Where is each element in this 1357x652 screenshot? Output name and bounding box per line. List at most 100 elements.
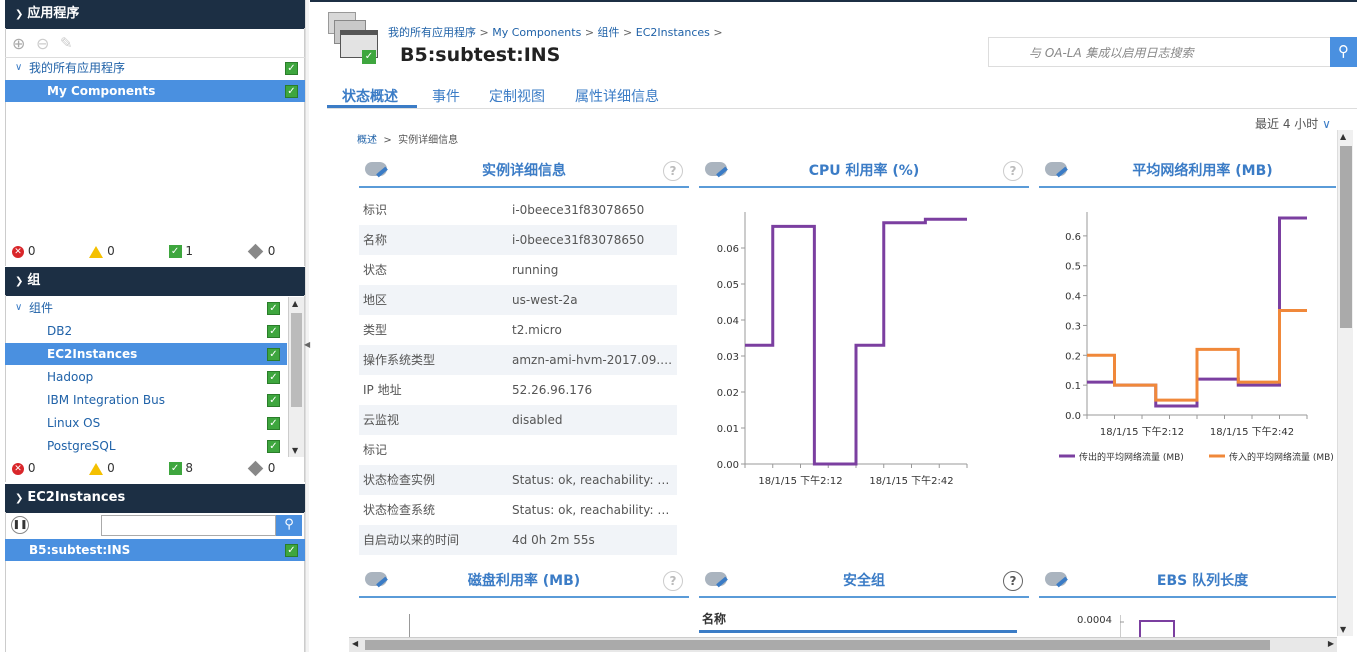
search-icon[interactable]: ⚲ [276, 515, 302, 536]
breadcrumb-item[interactable]: 组件 [598, 26, 620, 39]
time-range-selector[interactable]: 最近 4 小时 ∨ [1255, 115, 1331, 132]
details-widget-header: 实例详细信息 ? [359, 156, 689, 188]
widget-title: EBS 队列长度 [1156, 573, 1249, 589]
network-axis: 0.0 0.1 0.2 0.3 0.4 0.5 0.6 18/1/15 下午2:12 18/1/… [1065, 212, 1308, 438]
tab-custom-view[interactable]: 定制视图 [489, 86, 545, 106]
network-widget-header: 平均网络利用率 (MB) [1039, 156, 1336, 188]
tree-item-label: 组件 [29, 301, 54, 315]
tree-item-hadoop[interactable]: Hadoop ✓ [5, 366, 287, 388]
tree-item-linux-os[interactable]: Linux OS ✓ [5, 412, 287, 434]
cloud-config-icon[interactable] [705, 162, 727, 176]
chevron-down-icon: ∨ [15, 62, 23, 73]
detail-value: disabled [512, 413, 563, 427]
main-vertical-scrollbar[interactable]: ▲ ▼ [1337, 130, 1353, 636]
tree-item-my-components[interactable]: My Components ✓ [5, 80, 305, 102]
scroll-thumb[interactable] [1340, 146, 1352, 328]
status-ok-icon: ✓ [267, 348, 280, 361]
sub-breadcrumb: 概述 > 实例详细信息 [357, 131, 458, 146]
tree-item-components[interactable]: ∨ 组件 ✓ [5, 297, 287, 319]
instances-panel-header[interactable]: ❯ EC2Instances [5, 484, 305, 513]
remove-icon[interactable]: ⊖ [36, 34, 49, 53]
log-search-input[interactable]: 与 OA-LA 集成以启用日志搜索 [988, 37, 1332, 67]
groups-scrollbar[interactable]: ▲ ▼ [288, 297, 304, 457]
scroll-right-icon[interactable]: ▶ [1328, 639, 1334, 648]
apps-panel-header[interactable]: ❯ 应用程序 [5, 0, 305, 29]
detail-value: Status: ok, reachability: pass... [512, 503, 677, 517]
detail-key: 名称 [363, 233, 388, 247]
sub-breadcrumb-link[interactable]: 概述 [357, 135, 377, 146]
pause-icon[interactable]: ❚❚ [11, 516, 29, 534]
panel-splitter[interactable] [305, 0, 309, 652]
ok-icon: ✓ [168, 462, 182, 475]
y-tick-label: 0.1 [1065, 381, 1081, 392]
cpu-series [745, 217, 967, 466]
scroll-down-icon[interactable]: ▼ [292, 446, 298, 455]
tree-item-ec2instances[interactable]: EC2Instances ✓ [5, 343, 287, 365]
tab-property-details[interactable]: 属性详细信息 [575, 86, 659, 106]
ok-count: 8 [185, 461, 194, 475]
detail-value: running [512, 263, 559, 277]
detail-key: 标识 [363, 203, 388, 217]
tab-status-overview[interactable]: 状态概述 [342, 86, 398, 106]
help-icon[interactable]: ? [663, 161, 683, 181]
detail-row: IP 地址 52.26.96.176 [359, 375, 677, 405]
tree-item-label: EC2Instances [47, 347, 138, 361]
detail-key: 类型 [363, 323, 388, 337]
detail-row: 自启动以来的时间 4d 0h 2m 55s [359, 525, 677, 555]
scroll-thumb[interactable] [291, 313, 302, 407]
detail-row: 状态检查实例 Status: ok, reachability: pass... [359, 465, 677, 495]
detail-row: 地区 us-west-2a [359, 285, 677, 315]
tree-item-all-apps[interactable]: ∨ 我的所有应用程序 ✓ [5, 57, 305, 79]
y-tick-label: 0.6 [1065, 232, 1081, 243]
unknown-icon [247, 243, 264, 260]
instance-filter-input[interactable] [101, 515, 276, 536]
help-icon[interactable]: ? [1003, 161, 1023, 181]
cloud-config-icon[interactable] [705, 572, 727, 586]
edit-icon[interactable]: ✎ [60, 34, 73, 52]
tab-events[interactable]: 事件 [432, 86, 460, 106]
cloud-config-icon[interactable] [365, 162, 387, 176]
tree-item-db2[interactable]: DB2 ✓ [5, 320, 287, 342]
tabs-divider [327, 108, 1357, 109]
breadcrumb-item[interactable]: 我的所有应用程序 [388, 26, 476, 39]
collapse-left-icon[interactable]: ◀ [304, 340, 310, 349]
y-tick-label: 0.00 [717, 460, 739, 471]
x-tick-label: 18/1/15 下午2:12 [1100, 425, 1184, 438]
add-icon[interactable]: ⊕ [12, 34, 25, 53]
scroll-up-icon[interactable]: ▲ [1340, 132, 1346, 141]
sub-breadcrumb-current: 实例详细信息 [398, 135, 459, 146]
cloud-config-icon[interactable] [1045, 572, 1067, 586]
detail-row: 名称 i-0beece31f83078650 [359, 225, 677, 255]
cloud-config-icon[interactable] [1045, 162, 1067, 176]
scroll-left-icon[interactable]: ◀ [352, 639, 358, 648]
help-icon[interactable]: ? [1003, 571, 1023, 591]
help-icon[interactable]: ? [663, 571, 683, 591]
main-horizontal-scrollbar[interactable]: ◀ ▶ [349, 637, 1337, 652]
tree-item-iib[interactable]: IBM Integration Bus ✓ [5, 389, 287, 411]
tree-item-postgresql[interactable]: PostgreSQL ✓ [5, 435, 287, 457]
breadcrumb-item[interactable]: My Components [492, 26, 581, 39]
scroll-down-icon[interactable]: ▼ [1340, 625, 1346, 634]
status-ok-icon: ✓ [267, 325, 280, 338]
error-count: 0 [27, 461, 36, 475]
y-tick-label: 0.4 [1065, 292, 1081, 303]
status-ok-icon: ✓ [267, 417, 280, 430]
detail-key: 标记 [363, 443, 388, 457]
cpu-chart: 0.00 0.01 0.02 0.03 0.04 0.05 0.06 18/1/15 下午2:… [717, 212, 968, 487]
groups-header-label: 组 [27, 273, 41, 288]
widget-title: CPU 利用率 (%) [808, 163, 920, 179]
status-ok-icon: ✓ [285, 62, 298, 75]
groups-panel-header[interactable]: ❯ 组 [5, 267, 305, 296]
search-icon[interactable]: ⚲ [1330, 37, 1357, 67]
cloud-config-icon[interactable] [365, 572, 387, 586]
breadcrumb: 我的所有应用程序 > My Components > 组件 > EC2Insta… [388, 26, 723, 39]
scroll-up-icon[interactable]: ▲ [292, 299, 298, 308]
breadcrumb-item[interactable]: EC2Instances [636, 26, 710, 39]
scroll-thumb[interactable] [365, 640, 1270, 650]
y-tick-label: 0.3 [1065, 321, 1081, 332]
tree-item-instance[interactable]: B5:subtest:INS ✓ [5, 539, 305, 561]
detail-key: 操作系统类型 [363, 353, 436, 367]
time-range-label: 最近 4 小时 [1255, 117, 1319, 131]
network-series [1087, 216, 1307, 408]
widget-title: 安全组 [843, 573, 885, 589]
